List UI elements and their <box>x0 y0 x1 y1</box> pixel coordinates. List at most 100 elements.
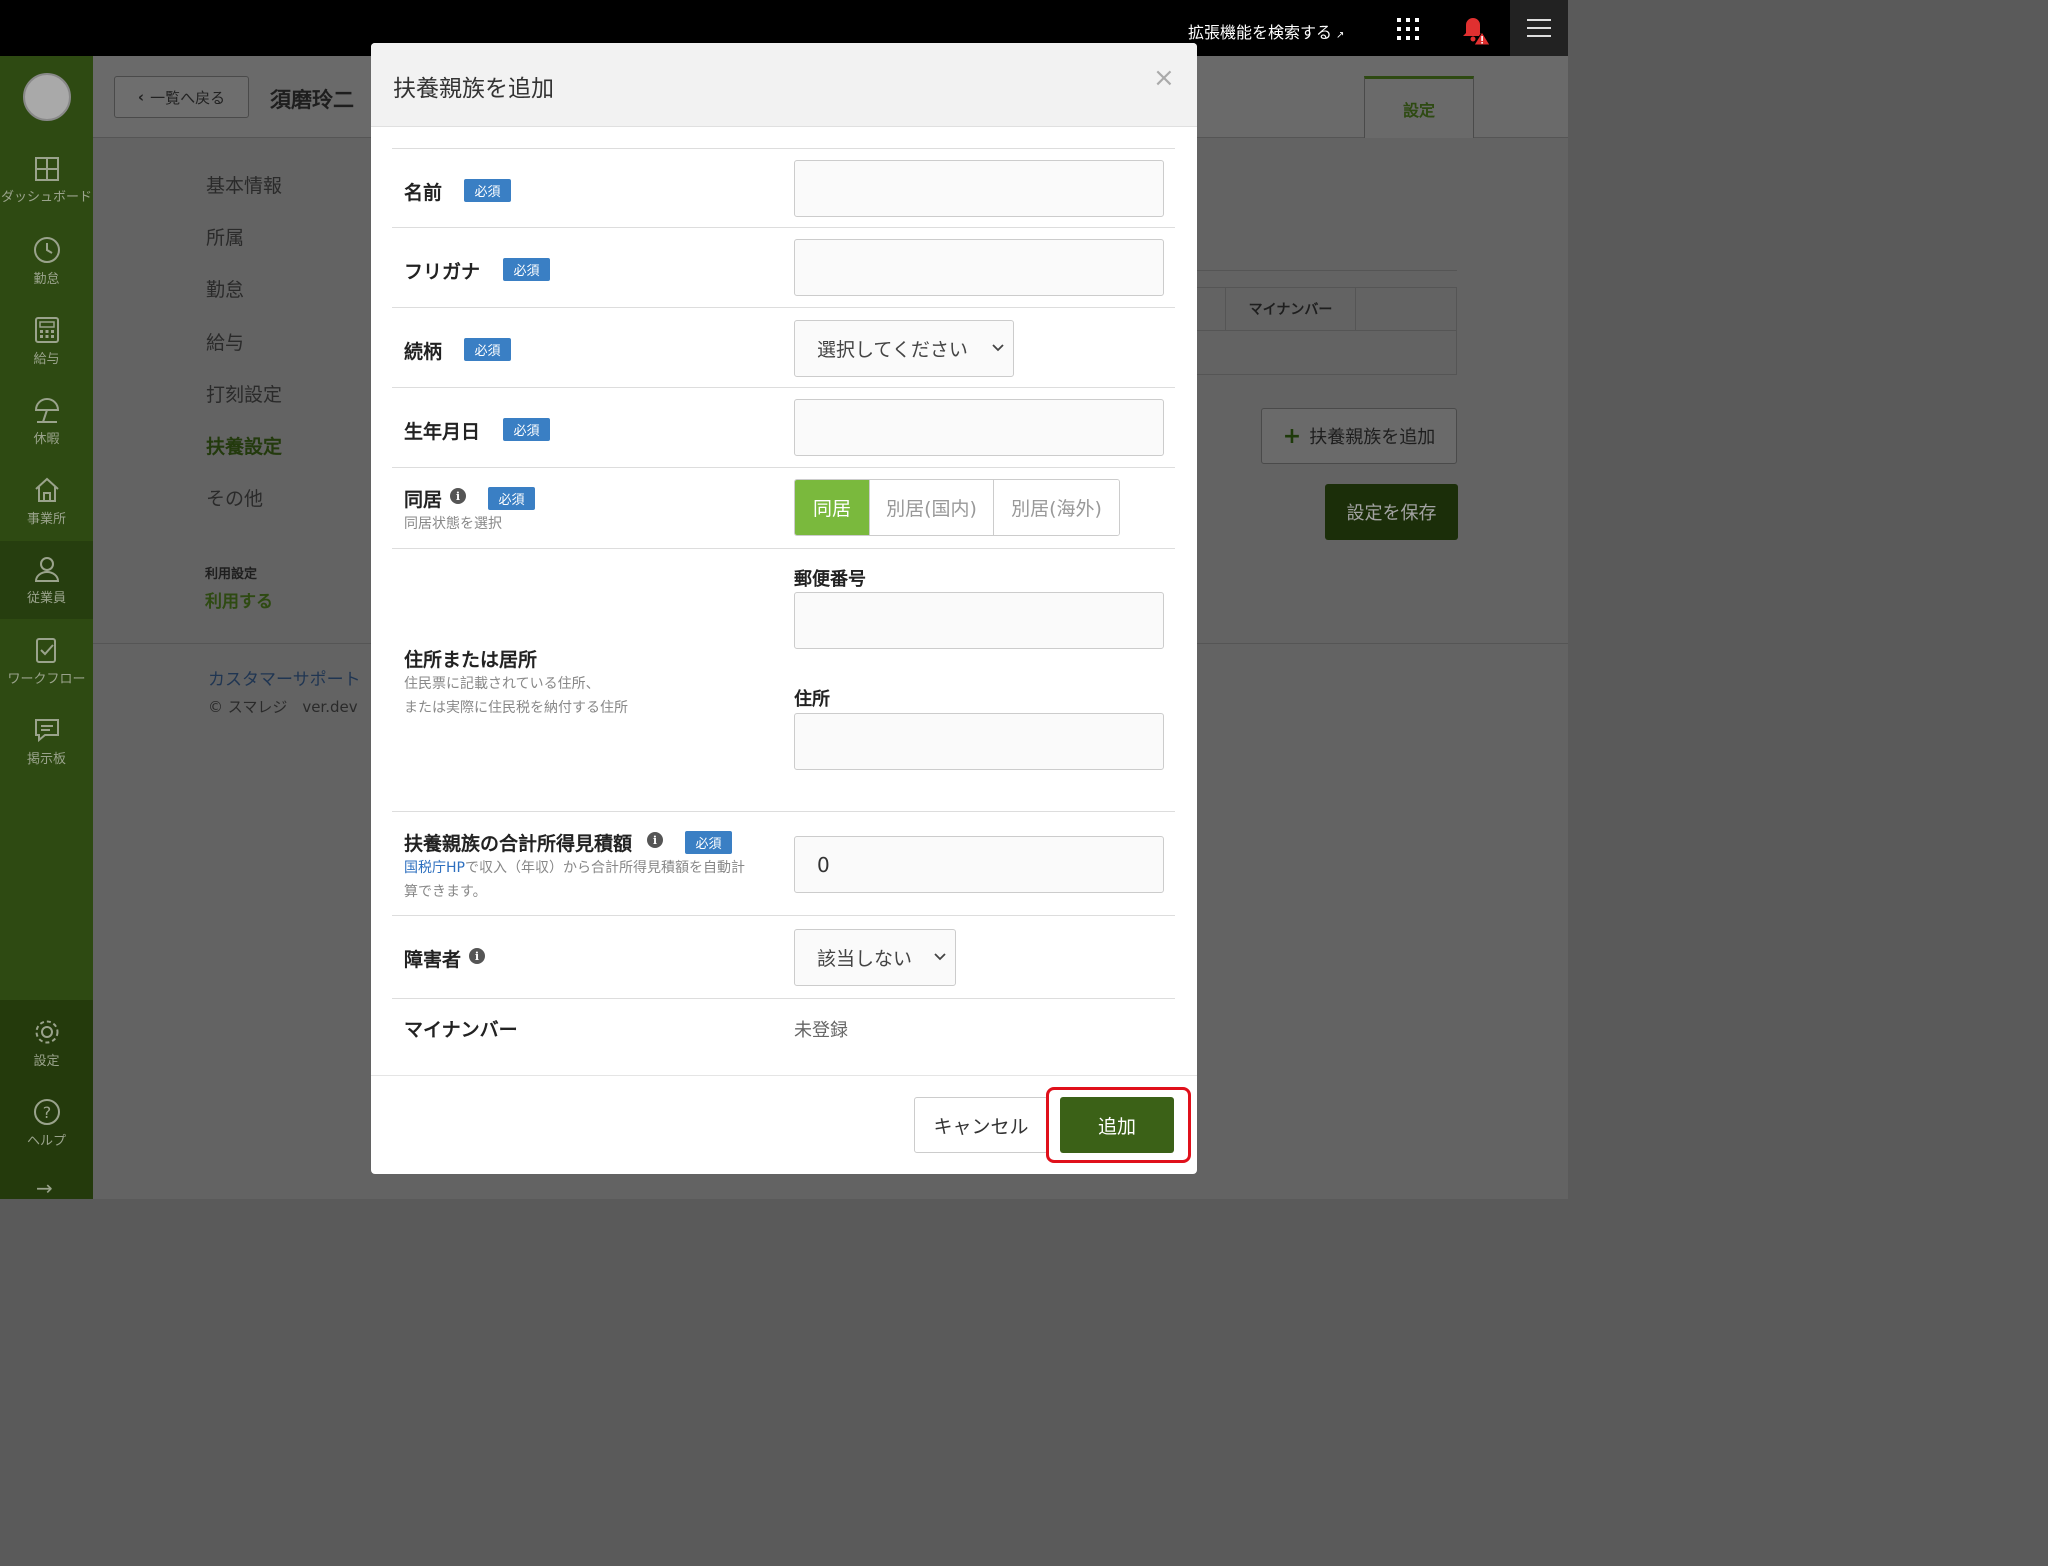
mynumber-value: 未登録 <box>794 1020 848 1041</box>
row-divider <box>392 998 1175 999</box>
cohabit-toggle-group: 同居 別居(国内) 別居(海外) <box>794 479 1120 536</box>
submenu-other[interactable]: その他 <box>206 484 263 511</box>
save-settings-button[interactable]: 設定を保存 <box>1325 484 1458 540</box>
nta-website-link[interactable]: 国税庁HP <box>404 860 465 876</box>
home-icon <box>34 477 59 502</box>
row-divider <box>392 227 1175 228</box>
submenu-clock-settings[interactable]: 打刻設定 <box>206 380 282 407</box>
parasol-icon <box>34 398 59 423</box>
required-badge: 必須 <box>464 179 511 202</box>
sidebar-item-attendance[interactable]: 勤怠 <box>0 222 93 300</box>
submenu-basic-info[interactable]: 基本情報 <box>206 171 282 198</box>
sidebar-item-label: 従業員 <box>26 591 66 606</box>
notification-bell-icon[interactable] <box>1458 14 1492 46</box>
sidebar-item-label: 掲示板 <box>26 752 66 767</box>
external-link-icon: ↗ <box>1336 30 1345 41</box>
close-icon[interactable]: × <box>1153 65 1175 91</box>
hamburger-menu-icon[interactable] <box>1510 0 1568 56</box>
row-divider <box>392 548 1175 549</box>
address-input[interactable] <box>794 713 1164 770</box>
postal-code-input[interactable] <box>794 592 1164 649</box>
name-input[interactable] <box>794 160 1164 217</box>
employee-name: 須磨玲二 <box>270 88 354 112</box>
birthdate-label: 生年月日 <box>404 421 481 443</box>
income-note: 国税庁HPで収入（年収）から合計所得見積額を自動計 <box>404 856 774 880</box>
address-note-line2: または実際に住民税を納付する住所 <box>404 700 628 716</box>
income-label: 扶養親族の合計所得見積額 <box>404 833 633 855</box>
required-badge: 必須 <box>503 418 550 441</box>
disability-select[interactable]: 該当しない <box>794 929 956 986</box>
info-icon[interactable]: i <box>469 948 485 964</box>
chevron-left-icon: ‹ <box>137 88 145 106</box>
submenu-payroll[interactable]: 給与 <box>206 328 244 355</box>
row-divider <box>392 148 1175 149</box>
submenu-affiliation[interactable]: 所属 <box>206 223 244 250</box>
sidebar-item-settings[interactable]: 設定 <box>0 1004 93 1082</box>
tab-settings[interactable]: 設定 <box>1364 76 1474 138</box>
sidebar-item-leave[interactable]: 休暇 <box>0 382 93 460</box>
submenu-attendance[interactable]: 勤怠 <box>206 275 244 302</box>
clipboard-icon <box>35 638 56 663</box>
table-header-mynumber: マイナンバー <box>1226 288 1356 330</box>
gear-icon <box>35 1020 58 1044</box>
customer-support-link[interactable]: カスタマーサポート <box>208 665 361 690</box>
clock-icon <box>33 237 60 263</box>
info-icon[interactable]: i <box>450 488 466 504</box>
sidebar-item-label: ワークフロー <box>7 672 86 687</box>
sidebar-item-board[interactable]: 掲示板 <box>0 702 93 780</box>
use-setting-value: 利用する <box>205 592 273 612</box>
add-button-highlight <box>1046 1087 1191 1163</box>
address-label: 住所または居所 <box>404 649 538 671</box>
sidebar-item-label: 事業所 <box>26 512 66 527</box>
postal-code-label: 郵便番号 <box>794 569 866 590</box>
calculator-icon <box>34 317 59 343</box>
extension-search-link[interactable]: 拡張機能を検索する ↗ <box>1188 19 1344 43</box>
modal-title: 扶養親族を追加 <box>393 76 554 102</box>
disability-select-value: 該当しない <box>817 948 913 970</box>
add-dependent-modal: 扶養親族を追加 × 名前 必須 フリガナ 必須 続柄 必須 選択してください 生… <box>371 43 1197 1174</box>
required-badge: 必須 <box>503 258 550 281</box>
row-divider <box>392 307 1175 308</box>
dependents-table: マイナンバー <box>1195 287 1457 375</box>
sidebar-item-dashboard[interactable]: ダッシュボード <box>0 142 93 220</box>
info-icon[interactable]: i <box>647 832 663 848</box>
relation-select[interactable]: 選択してください <box>794 320 1014 377</box>
sidebar-item-label: 勤怠 <box>33 272 60 287</box>
birthdate-input[interactable] <box>794 399 1164 456</box>
cohabit-option-overseas[interactable]: 別居(海外) <box>993 480 1119 535</box>
extension-search-label: 拡張機能を検索する <box>1188 23 1333 42</box>
cohabit-option-together[interactable]: 同居 <box>795 480 869 535</box>
address-field-label: 住所 <box>794 689 830 710</box>
sidebar-item-label: 給与 <box>33 352 60 367</box>
sidebar-item-payroll[interactable]: 給与 <box>0 302 93 380</box>
row-divider <box>392 915 1175 916</box>
row-divider <box>392 467 1175 468</box>
chevron-down-icon <box>992 344 1004 352</box>
apps-grid-icon[interactable] <box>1397 18 1419 40</box>
income-input[interactable]: 0 <box>794 836 1164 893</box>
furigana-input[interactable] <box>794 239 1164 296</box>
sidebar-item-workflow[interactable]: ワークフロー <box>0 622 93 700</box>
expand-sidebar-icon[interactable]: → <box>36 1176 53 1200</box>
relation-select-value: 選択してください <box>817 339 968 361</box>
submenu-dependent-settings[interactable]: 扶養設定 <box>206 432 282 459</box>
furigana-label: フリガナ <box>404 261 481 283</box>
modal-footer-divider <box>371 1075 1197 1076</box>
sidebar-item-help[interactable]: ? ヘルプ <box>0 1084 93 1162</box>
sidebar-item-label: 休暇 <box>33 432 60 447</box>
sidebar-item-office[interactable]: 事業所 <box>0 462 93 540</box>
income-note-text1: で収入（年収）から合計所得見積額を自動計 <box>464 860 745 876</box>
sidebar-item-label: ヘルプ <box>26 1134 66 1149</box>
avatar[interactable] <box>23 73 71 121</box>
required-badge: 必須 <box>685 831 732 854</box>
back-to-list-label: 一覧へ戻る <box>150 88 226 107</box>
required-badge: 必須 <box>464 338 511 361</box>
help-icon: ? <box>33 1099 60 1125</box>
sidebar-item-employees[interactable]: 従業員 <box>0 541 93 619</box>
back-to-list-button[interactable]: ‹ 一覧へ戻る <box>114 76 249 118</box>
copyright-text: © スマレジ ver.dev <box>208 698 358 716</box>
row-divider <box>392 387 1175 388</box>
cancel-button[interactable]: キャンセル <box>914 1097 1048 1153</box>
cohabit-option-domestic[interactable]: 別居(国内) <box>869 480 993 535</box>
add-dependent-button[interactable]: + 扶養親族を追加 <box>1261 408 1457 464</box>
